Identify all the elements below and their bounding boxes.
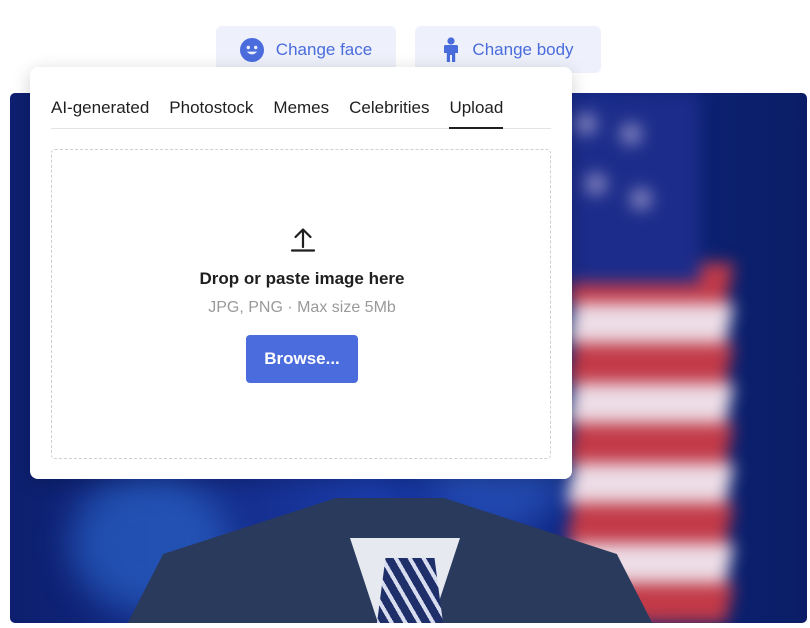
face-source-popup: AI-generated Photostock Memes Celebritie… bbox=[30, 67, 572, 479]
flag-stripe bbox=[565, 423, 735, 463]
tab-photostock[interactable]: Photostock bbox=[169, 97, 253, 129]
flag-backdrop bbox=[560, 93, 735, 623]
person-icon bbox=[442, 36, 460, 63]
flag-star bbox=[575, 113, 597, 135]
browse-button[interactable]: Browse... bbox=[246, 335, 358, 383]
tab-upload[interactable]: Upload bbox=[449, 97, 504, 129]
striped-tie bbox=[375, 558, 445, 623]
change-body-label: Change body bbox=[472, 39, 574, 59]
change-face-button[interactable]: Change face bbox=[216, 26, 396, 73]
upload-dropzone[interactable]: Drop or paste image here JPG, PNG · Max … bbox=[51, 149, 551, 459]
flag-stripe bbox=[565, 383, 735, 423]
flag-star bbox=[630, 188, 652, 210]
flag-stripe bbox=[565, 463, 735, 503]
change-body-button[interactable]: Change body bbox=[415, 26, 601, 73]
flag-stripe bbox=[565, 303, 735, 343]
dropzone-title: Drop or paste image here bbox=[199, 269, 405, 288]
upload-arrow-icon bbox=[290, 226, 316, 257]
tab-ai-generated[interactable]: AI-generated bbox=[51, 97, 149, 129]
tab-memes[interactable]: Memes bbox=[273, 97, 329, 129]
flag-stripe bbox=[565, 503, 735, 543]
source-tabs: AI-generated Photostock Memes Celebritie… bbox=[51, 97, 551, 129]
dropzone-hint: JPG, PNG · Max size 5Mb bbox=[208, 299, 396, 316]
smiley-face-icon bbox=[239, 37, 264, 62]
flag-stripe bbox=[565, 343, 735, 383]
flag-star bbox=[585, 173, 607, 195]
flag-canton bbox=[560, 93, 700, 283]
tab-celebrities[interactable]: Celebrities bbox=[349, 97, 429, 129]
flag-star bbox=[620, 123, 642, 145]
change-face-label: Change face bbox=[275, 39, 373, 59]
